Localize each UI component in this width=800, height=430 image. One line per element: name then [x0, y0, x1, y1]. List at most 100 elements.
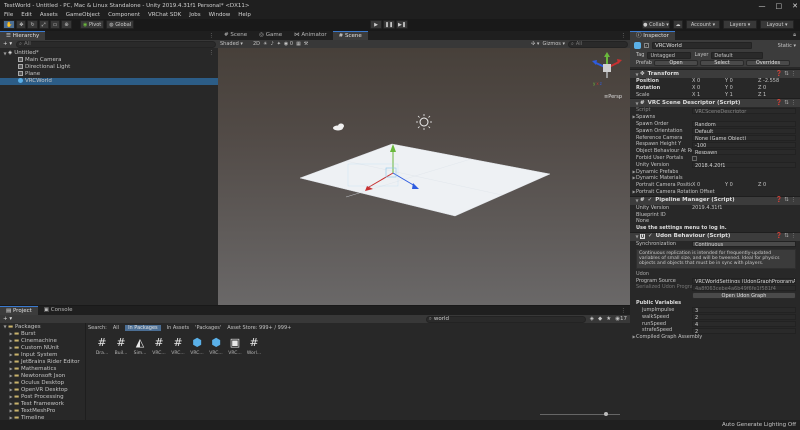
dynamic-materials-foldout[interactable]: ▶ Dynamic Materials	[630, 175, 800, 182]
object-behaviour-dropdown[interactable]: Respawn	[692, 148, 796, 155]
filter-all[interactable]: All	[113, 325, 119, 331]
forbid-portals-checkbox[interactable]	[692, 155, 697, 161]
package-item[interactable]: ▶▬ Burst	[0, 330, 85, 337]
filter-packages-folder[interactable]: 'Packages'	[195, 325, 221, 331]
position-z-field[interactable]: -2.558	[763, 78, 779, 84]
lock-icon[interactable]: 🔒︎	[793, 32, 796, 39]
pipeline-manager-header[interactable]: ▼ # ✓ Pipeline Manager (Script) ❓ ⇅ ⋮	[630, 195, 800, 205]
filter-asset-store[interactable]: Asset Store: 999+ / 999+	[227, 325, 291, 331]
tools-icon[interactable]: ⚒	[304, 41, 308, 47]
pause-button[interactable]: ❚❚	[383, 20, 395, 29]
asset-item[interactable]: ▣ VRC...	[227, 337, 243, 357]
panel-menu-icon[interactable]: ⋮	[621, 308, 627, 314]
tab-scene-2[interactable]: # Scene	[332, 31, 368, 40]
dynamic-prefabs-foldout[interactable]: ▶ Dynamic Prefabs	[630, 169, 800, 176]
packages-root[interactable]: ▼▬ Packages	[0, 323, 85, 330]
panel-menu-icon[interactable]: ⋮	[209, 33, 215, 39]
hierarchy-item-plane[interactable]: Plane	[0, 71, 218, 78]
spawn-orientation-dropdown[interactable]: Default	[692, 128, 796, 135]
spawns-foldout[interactable]: ▶ Spawns	[630, 114, 800, 121]
minimize-button[interactable]: —	[759, 2, 766, 10]
lighting-icon[interactable]: ☀	[263, 41, 267, 47]
scene-viewport[interactable]: y x z ≡Persp	[218, 48, 630, 305]
prefab-overrides-button[interactable]: Overrides	[746, 60, 790, 66]
position-y-field[interactable]: 0	[730, 78, 733, 84]
scene-menu-icon[interactable]: ⋮	[209, 50, 215, 57]
compiled-graph-foldout[interactable]: ▶ Compiled Graph Assembly	[630, 334, 800, 341]
layer-dropdown[interactable]: Default	[711, 51, 764, 59]
asset-item[interactable]: # Dra...	[94, 337, 110, 357]
component-menu-icon[interactable]: ❓ ⇅ ⋮	[776, 232, 796, 241]
scale-tool-icon[interactable]: ⤢	[38, 20, 49, 29]
reference-camera-field[interactable]: None (Game Object)	[692, 134, 796, 141]
favorite-icon[interactable]: ★	[606, 316, 611, 322]
menu-file[interactable]: File	[0, 11, 17, 19]
panel-menu-icon[interactable]: ⋮	[621, 33, 627, 39]
persp-label[interactable]: ≡Persp	[604, 94, 622, 100]
hierarchy-search-input[interactable]: ⌕ All	[16, 40, 216, 48]
close-button[interactable]: ✕	[792, 2, 798, 10]
open-udon-graph-button[interactable]: Open Udon Graph	[692, 292, 796, 300]
create-button[interactable]: + ▾	[3, 41, 12, 47]
shading-dropdown[interactable]: Shaded ▾	[220, 41, 250, 47]
tab-hierarchy[interactable]: ☰ Hierarchy	[0, 31, 46, 40]
zoom-slider[interactable]	[540, 412, 620, 416]
collab-button[interactable]: ● Collab ▾	[642, 20, 670, 29]
transform-header[interactable]: ▼ ✥ Transform ❓ ⇅ ⋮	[630, 69, 800, 78]
spawn-order-dropdown[interactable]: Random	[692, 121, 796, 128]
maximize-button[interactable]: □	[776, 2, 783, 10]
audio-icon[interactable]: ♪	[271, 41, 274, 47]
mode-2d-button[interactable]: 2D	[253, 41, 260, 47]
rect-tool-icon[interactable]: ▭	[49, 20, 61, 29]
object-name-field[interactable]: VRCWorld	[652, 42, 752, 49]
camera-icon[interactable]: ✣ ▾	[531, 41, 539, 47]
transform-tool-icon[interactable]: ⊕	[61, 20, 72, 29]
hierarchy-item-vrcworld[interactable]: VRCWorld	[0, 78, 218, 85]
static-dropdown[interactable]: Static ▾	[778, 43, 796, 49]
menu-vrchat-sdk[interactable]: VRChat SDK	[144, 11, 185, 19]
gizmos-dropdown[interactable]: Gizmos ▾	[542, 41, 565, 47]
tag-dropdown[interactable]: Untagged	[647, 51, 692, 59]
asset-item[interactable]: # VRC...	[170, 337, 186, 357]
rotation-x-field[interactable]: 0	[697, 85, 700, 91]
portal-pos-y-field[interactable]: 0	[730, 182, 733, 188]
project-search-input[interactable]: ⌕ world	[425, 315, 586, 323]
menu-gameobject[interactable]: GameObject	[62, 11, 104, 19]
tab-game[interactable]: ◎ Game	[253, 31, 289, 40]
play-button[interactable]: ▶	[370, 20, 382, 29]
rotation-y-field[interactable]: 0	[730, 85, 733, 91]
layout-dropdown[interactable]: Layout ▾	[760, 20, 794, 29]
package-item[interactable]: ▶▬ OpenVR Desktop	[0, 386, 85, 393]
active-checkbox[interactable]: ✓	[644, 43, 649, 48]
pivot-button[interactable]: ◉ Pivot	[80, 20, 105, 29]
tab-inspector[interactable]: ⓘ Inspector	[630, 31, 675, 40]
strafe-speed-field[interactable]: 2	[692, 327, 796, 334]
udon-behaviour-header[interactable]: ▼ U ✓ Udon Behaviour (Script) ❓ ⇅ ⋮	[630, 231, 800, 241]
program-source-field[interactable]: VRCWorldSettings (UdonGraphProgramAsset)	[692, 277, 796, 284]
package-item[interactable]: ▶▬ Oculus Desktop	[0, 379, 85, 386]
tab-scene-1[interactable]: # Scene	[218, 31, 254, 40]
scene-descriptor-header[interactable]: ▼ # VRC Scene Descriptor (Script) ❓ ⇅ ⋮	[630, 98, 800, 108]
package-item[interactable]: ▶▬ Post Processing	[0, 393, 85, 400]
asset-item[interactable]: # Worl...	[246, 337, 262, 357]
asset-item[interactable]: # VRC...	[151, 337, 167, 357]
portal-pos-x-field[interactable]: 0	[697, 182, 700, 188]
scale-z-field[interactable]: 1	[763, 92, 766, 98]
jump-impulse-field[interactable]: 3	[692, 307, 796, 314]
hand-tool-icon[interactable]: ✋	[3, 20, 16, 29]
menu-edit[interactable]: Edit	[17, 11, 36, 19]
account-dropdown[interactable]: Account ▾	[686, 20, 720, 29]
prefab-select-button[interactable]: Select	[700, 60, 744, 66]
menu-window[interactable]: Window	[205, 11, 235, 19]
effects-icon[interactable]: ✦	[277, 41, 281, 47]
package-item[interactable]: ▶▬ Cinemachine	[0, 337, 85, 344]
package-item[interactable]: ▶▬ Newtonsoft Json	[0, 372, 85, 379]
asset-item[interactable]: ⬢ VRC...	[208, 337, 224, 357]
hidden-objects-icon[interactable]: ◉ 0	[284, 41, 293, 47]
tab-project[interactable]: ▤ Project	[0, 306, 38, 315]
prefab-open-button[interactable]: Open	[654, 60, 698, 66]
sd-unity-version-field[interactable]: 2018.4.20f1	[692, 162, 796, 169]
position-x-field[interactable]: 0	[697, 78, 700, 84]
asset-item[interactable]: ⬢ VRC...	[189, 337, 205, 357]
walk-speed-field[interactable]: 2	[692, 314, 796, 321]
